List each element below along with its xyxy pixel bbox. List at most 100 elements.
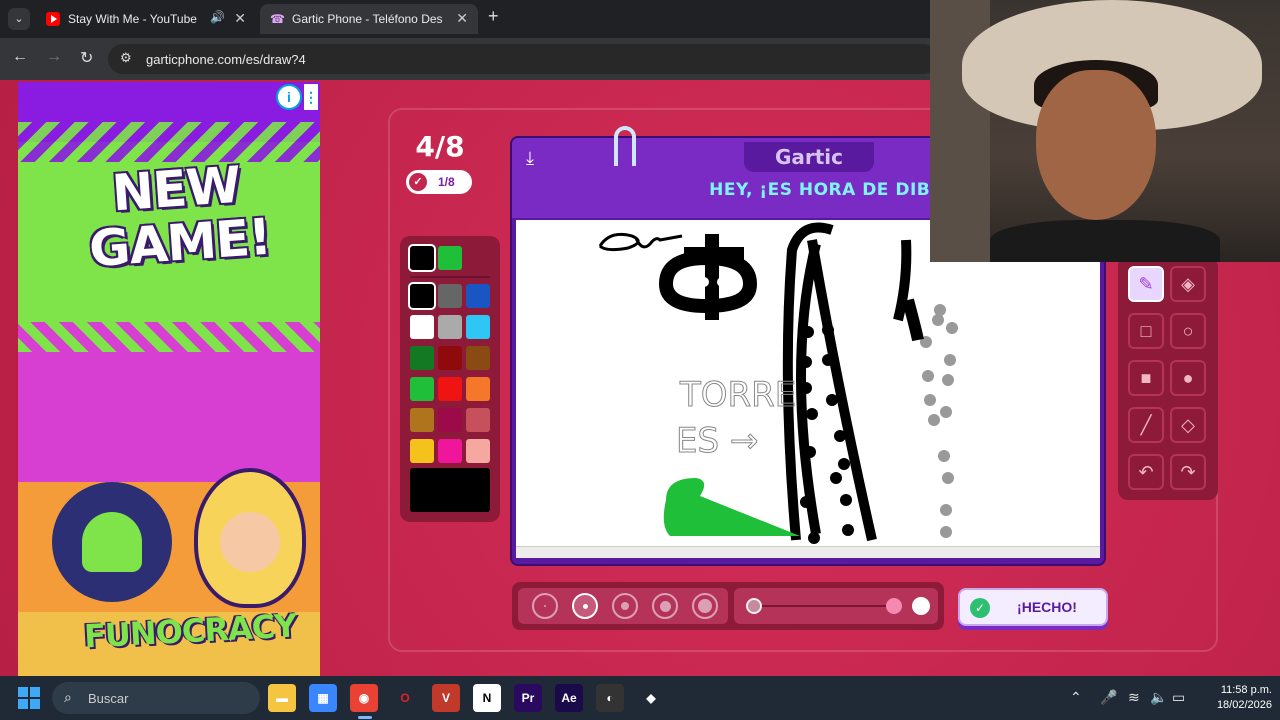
advertisement[interactable]: NEW GAME! i ⋮ FUNOCRACY — [18, 82, 320, 676]
drawing-tools: ✎ ◈ □ ○ ■ ● ╱ ◇ ↶ ↷ — [1118, 256, 1218, 500]
clock-date: 18/02/2026 — [1216, 699, 1272, 711]
tab-youtube[interactable]: Stay With Me - YouTube 🔊 ✕ — [36, 4, 256, 34]
players-done-count: 1/8 — [438, 175, 455, 189]
windows-taskbar: ⌕ Buscar ▬ ▦ ◉ O V N Pr Ae ◐ ◆ ⌃ 🎤 ≋ 🔈 ▭ 11:58 p.… — [0, 676, 1280, 720]
obs-icon[interactable]: ◐ — [596, 684, 624, 712]
fill-bucket-icon[interactable]: ◇ — [1170, 407, 1206, 443]
ad-decoration — [18, 322, 320, 352]
rectangle-outline-icon[interactable]: □ — [1128, 313, 1164, 349]
rectangle-fill-icon[interactable]: ■ — [1128, 360, 1164, 396]
microphone-icon[interactable]: 🎤 — [1100, 689, 1117, 706]
ad-headline: NEW GAME! — [87, 155, 273, 279]
windows-start-icon[interactable] — [18, 687, 40, 709]
players-done-badge: ✓ 1/8 — [406, 170, 472, 194]
person-shirt — [990, 220, 1220, 262]
gartic-phone-icon: ☎ — [270, 12, 285, 26]
brush-size-dot — [659, 600, 671, 612]
chrome-icon[interactable]: ◉ — [350, 684, 378, 712]
after-effects-icon[interactable]: Ae — [555, 684, 583, 712]
color-swatch[interactable] — [438, 284, 462, 308]
color-swatch[interactable] — [466, 284, 490, 308]
current-color-primary[interactable] — [408, 244, 436, 272]
address-bar[interactable]: ⚙ garticphone.com/es/draw?4 — [108, 44, 938, 74]
color-swatch[interactable] — [410, 346, 434, 370]
brush-size-option[interactable] — [652, 593, 678, 619]
ad-info-icon[interactable]: i — [276, 84, 302, 110]
color-swatch[interactable] — [466, 315, 490, 339]
color-swatch[interactable] — [466, 346, 490, 370]
new-tab-button[interactable]: + — [488, 6, 499, 27]
drawing-canvas[interactable]: TORRE ES → — [516, 220, 1100, 546]
reload-icon[interactable]: ↻ — [80, 48, 93, 68]
slider-handle[interactable] — [886, 598, 902, 614]
close-tab-icon[interactable]: ✕ — [234, 10, 246, 27]
selected-color-preview[interactable] — [410, 468, 490, 512]
color-swatch[interactable] — [410, 408, 434, 432]
color-swatch[interactable] — [438, 315, 462, 339]
brush-size-dot — [698, 599, 712, 613]
brush-size-option[interactable] — [612, 593, 638, 619]
check-icon: ✓ — [409, 173, 427, 191]
slider-track[interactable] — [754, 605, 902, 607]
opera-icon[interactable]: O — [391, 684, 419, 712]
brush-size-dot — [621, 602, 629, 610]
taskbar-search[interactable]: ⌕ Buscar — [52, 682, 260, 714]
color-swatch[interactable] — [408, 282, 436, 310]
color-swatch[interactable] — [466, 439, 490, 463]
ad-more-icon[interactable]: ⋮ — [304, 84, 318, 110]
color-swatch[interactable] — [410, 315, 434, 339]
color-swatch[interactable] — [410, 439, 434, 463]
color-swatch[interactable] — [438, 346, 462, 370]
ellipse-outline-icon[interactable]: ○ — [1170, 313, 1206, 349]
file-explorer-icon[interactable]: ▬ — [268, 684, 296, 712]
store-icon[interactable]: ▦ — [309, 684, 337, 712]
color-swatch[interactable] — [466, 377, 490, 401]
app-icon[interactable]: ◆ — [637, 684, 665, 712]
wifi-icon[interactable]: ≋ — [1128, 689, 1140, 706]
round-counter: 4/8 — [415, 130, 465, 163]
battery-icon[interactable]: ▭ — [1172, 689, 1185, 706]
done-button-label: ¡HECHO! — [1017, 599, 1077, 615]
current-color-secondary[interactable] — [438, 246, 462, 270]
voicemeeter-icon[interactable]: V — [432, 684, 460, 712]
volume-icon[interactable]: 🔈 — [1150, 689, 1167, 706]
done-button[interactable]: ✓ ¡HECHO! — [958, 588, 1108, 626]
chevron-up-icon[interactable]: ⌃ — [1070, 689, 1082, 706]
color-swatch[interactable] — [410, 377, 434, 401]
premiere-icon[interactable]: Pr — [514, 684, 542, 712]
speaker-icon[interactable]: 🔊 — [210, 10, 225, 24]
brush-size-option[interactable] — [532, 593, 558, 619]
search-placeholder: Buscar — [88, 691, 129, 706]
ellipse-fill-icon[interactable]: ● — [1170, 360, 1206, 396]
color-swatch[interactable] — [438, 439, 462, 463]
palette-divider — [410, 276, 490, 278]
undo-icon[interactable]: ↶ — [1128, 454, 1164, 490]
back-icon[interactable]: ← — [12, 48, 28, 66]
youtube-icon — [46, 12, 60, 26]
system-clock[interactable]: 11:58 p.m. 18/02/2026 — [1196, 683, 1272, 713]
stroke — [699, 277, 709, 287]
slider-handle[interactable] — [746, 598, 762, 614]
tab-gartic-phone[interactable]: ☎ Gartic Phone - Teléfono Descon ✕ — [260, 4, 478, 34]
brush-size-option[interactable] — [692, 593, 718, 619]
redo-icon[interactable]: ↷ — [1170, 454, 1206, 490]
close-tab-icon[interactable]: ✕ — [456, 10, 468, 27]
eraser-icon[interactable]: ◈ — [1170, 266, 1206, 302]
color-swatch[interactable] — [466, 408, 490, 432]
opacity-slider[interactable] — [734, 588, 938, 624]
notion-icon[interactable]: N — [473, 684, 501, 712]
thumbs-up-icon — [52, 482, 172, 602]
color-swatch[interactable] — [438, 377, 462, 401]
brush-size-option[interactable] — [572, 593, 598, 619]
tab-search-button[interactable]: ⌄ — [8, 8, 30, 30]
line-icon[interactable]: ╱ — [1128, 407, 1164, 443]
site-info-icon[interactable]: ⚙ — [120, 50, 132, 66]
pencil-icon[interactable]: ✎ — [1128, 266, 1164, 302]
stroke — [598, 232, 683, 252]
url-text[interactable]: garticphone.com/es/draw?4 — [146, 52, 306, 67]
color-swatch[interactable] — [438, 408, 462, 432]
handwritten-text: TORRE — [679, 375, 796, 415]
download-icon[interactable]: ⤓ — [526, 148, 534, 169]
stroke — [658, 234, 758, 320]
forward-icon[interactable]: → — [46, 48, 62, 66]
